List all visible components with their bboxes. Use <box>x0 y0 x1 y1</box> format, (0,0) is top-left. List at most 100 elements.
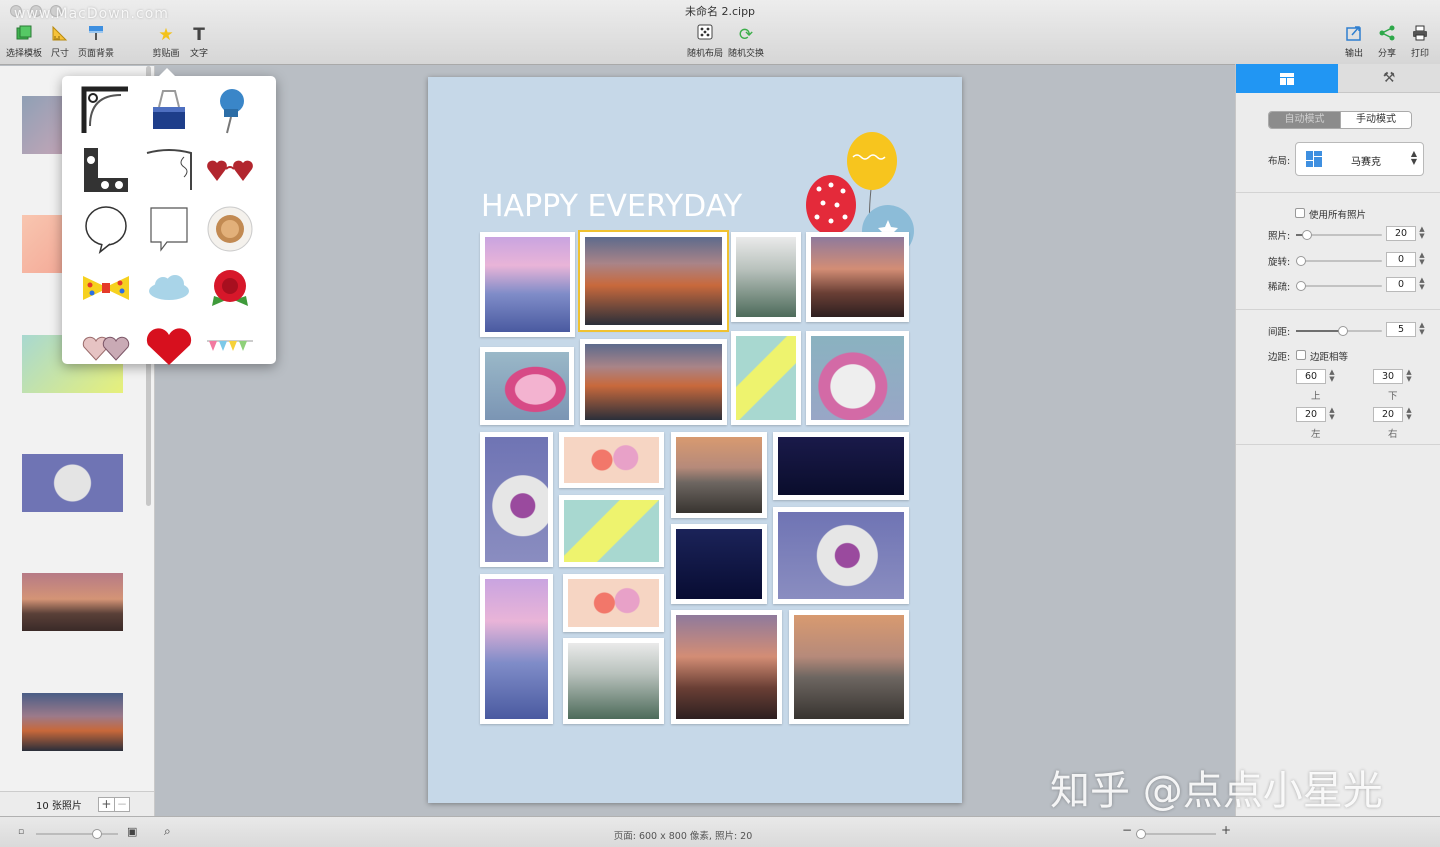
collage-photo[interactable] <box>731 232 801 322</box>
collage-photo[interactable] <box>559 495 664 567</box>
status-bar: ▫ ▣ ⌕ 页面: 600 x 800 像素, 照片: 20 − + <box>0 816 1440 847</box>
margin-left-stepper[interactable]: ▲ ▼ <box>1328 407 1336 422</box>
coffee-cup-clipart[interactable] <box>202 201 258 257</box>
toolbar: www.MacDown.com 未命名 2.cipp 选择模板 尺寸 页面背景 … <box>0 0 1440 65</box>
zoom-in-icon[interactable]: + <box>1221 823 1231 837</box>
spacing-input[interactable]: 5 <box>1386 322 1416 337</box>
use-all-photos-label: 使用所有照片 <box>1309 210 1367 221</box>
collage-photo[interactable] <box>580 339 727 425</box>
collage-photo[interactable] <box>671 524 767 604</box>
mode-toggle: 自动模式 手动模式 <box>1268 111 1412 129</box>
margin-bottom-stepper[interactable]: ▲ ▼ <box>1405 369 1413 384</box>
collage-photo[interactable] <box>671 432 767 518</box>
collage-photo[interactable] <box>480 432 553 567</box>
spacing-slider[interactable] <box>1296 326 1382 336</box>
layout-label: 布局: <box>1268 156 1291 167</box>
collage-photo[interactable] <box>806 232 909 322</box>
rotate-slider-knob[interactable] <box>1296 256 1306 266</box>
photos-stepper[interactable]: ▲ ▼ <box>1418 226 1426 241</box>
collage-photo[interactable] <box>480 232 575 337</box>
collage-photo[interactable] <box>563 574 664 632</box>
sparse-slider[interactable] <box>1296 281 1382 291</box>
bow-tie-clipart[interactable] <box>78 260 134 316</box>
sparse-input[interactable]: 0 <box>1386 277 1416 292</box>
photos-label: 照片: <box>1268 231 1291 242</box>
photo-thumbnail[interactable] <box>22 454 123 512</box>
sparse-label: 稀疏: <box>1268 282 1291 293</box>
zoom-out-icon[interactable]: − <box>1122 823 1132 837</box>
collage-photo[interactable] <box>480 574 553 724</box>
print-icon <box>1390 24 1440 46</box>
collage-photo[interactable] <box>559 432 664 488</box>
collage-photo[interactable] <box>773 432 909 500</box>
auto-mode-button[interactable]: 自动模式 <box>1269 112 1340 128</box>
print-label: 打印 <box>1410 49 1429 59</box>
text-button[interactable]: T 文字 <box>169 24 229 59</box>
collage-photo[interactable] <box>563 638 664 724</box>
spacing-slider-knob[interactable] <box>1338 326 1348 336</box>
ornate-corner-clipart[interactable] <box>78 83 134 139</box>
rotate-slider[interactable] <box>1296 256 1382 266</box>
photo-thumbnail[interactable] <box>22 573 123 631</box>
tab-effects[interactable]: ⚒ <box>1338 64 1440 93</box>
margin-top-caption: 上 <box>1311 391 1321 402</box>
inspector-tabs: ⚒ <box>1236 64 1440 93</box>
speech-bubble-square-clipart[interactable] <box>141 201 197 257</box>
push-pin-clipart[interactable] <box>202 83 258 139</box>
red-heart-clipart[interactable] <box>141 319 197 375</box>
collage-photo[interactable] <box>789 610 909 724</box>
fabric-hearts-clipart[interactable] <box>78 319 134 375</box>
margin-right-input[interactable]: 20 <box>1373 407 1403 422</box>
scroll-corner-clipart[interactable] <box>141 142 197 198</box>
collage-canvas[interactable]: HAPPY EVERYDAY <box>428 77 962 803</box>
binder-clip-clipart[interactable] <box>141 83 197 139</box>
cloud-clipart[interactable] <box>141 260 197 316</box>
collage-photo-selected[interactable] <box>578 230 729 332</box>
divider <box>1236 192 1440 193</box>
collage-photo[interactable] <box>806 331 909 425</box>
margin-bottom-input[interactable]: 30 <box>1373 369 1403 384</box>
spacing-stepper[interactable]: ▲ ▼ <box>1418 322 1426 337</box>
photo-thumbnail[interactable] <box>22 693 123 751</box>
page-background-button[interactable]: 页面背景 <box>66 24 126 59</box>
equal-margins-checkbox[interactable] <box>1296 350 1306 360</box>
canvas-zoom-knob[interactable] <box>1136 829 1146 839</box>
sparse-stepper[interactable]: ▲ ▼ <box>1418 277 1426 292</box>
ornate-frame-clipart[interactable] <box>78 142 134 198</box>
speech-bubble-round-clipart[interactable] <box>78 201 134 257</box>
photos-input[interactable]: 20 <box>1386 226 1416 241</box>
collage-headline[interactable]: HAPPY EVERYDAY <box>481 189 742 224</box>
margin-left-input[interactable]: 20 <box>1296 407 1326 422</box>
rotate-stepper[interactable]: ▲ ▼ <box>1418 252 1426 267</box>
random-swap-button[interactable]: ⟳ 随机交换 <box>716 24 776 59</box>
margin-top-input[interactable]: 60 <box>1296 369 1326 384</box>
heart-sunglasses-clipart[interactable] <box>202 142 258 198</box>
rotate-label: 旋转: <box>1268 257 1291 268</box>
red-rose-clipart[interactable] <box>202 260 258 316</box>
zhihu-watermark: 知乎 @点点小星光 <box>1050 768 1383 814</box>
canvas-zoom-slider[interactable] <box>1136 829 1216 839</box>
mosaic-layout-icon <box>1306 151 1322 167</box>
page-background-label: 页面背景 <box>77 49 114 59</box>
collage-photo[interactable] <box>480 347 574 425</box>
tab-layout[interactable] <box>1236 64 1338 93</box>
rotate-input[interactable]: 0 <box>1386 252 1416 267</box>
equal-margins-label: 边距相等 <box>1310 352 1349 363</box>
add-remove-control: + − <box>97 796 130 812</box>
photos-slider[interactable] <box>1296 230 1382 240</box>
print-button[interactable]: 打印 <box>1390 24 1440 59</box>
collage-photo[interactable] <box>671 610 782 724</box>
add-photo-button[interactable]: + <box>99 798 114 811</box>
sparse-slider-knob[interactable] <box>1296 281 1306 291</box>
collage-photo[interactable] <box>731 331 801 425</box>
layout-select[interactable]: 马赛克 ▲ ▼ <box>1295 142 1424 176</box>
remove-photo-button[interactable]: − <box>113 797 129 811</box>
bunting-flags-clipart[interactable] <box>202 319 258 375</box>
manual-mode-button[interactable]: 手动模式 <box>1340 112 1411 128</box>
use-all-photos-checkbox[interactable] <box>1295 208 1305 218</box>
margin-top-stepper[interactable]: ▲ ▼ <box>1328 369 1336 384</box>
margin-right-stepper[interactable]: ▲ ▼ <box>1405 407 1413 422</box>
collage-photo[interactable] <box>773 507 909 604</box>
margin-bottom-caption: 下 <box>1388 391 1398 402</box>
photos-slider-knob[interactable] <box>1302 230 1312 240</box>
